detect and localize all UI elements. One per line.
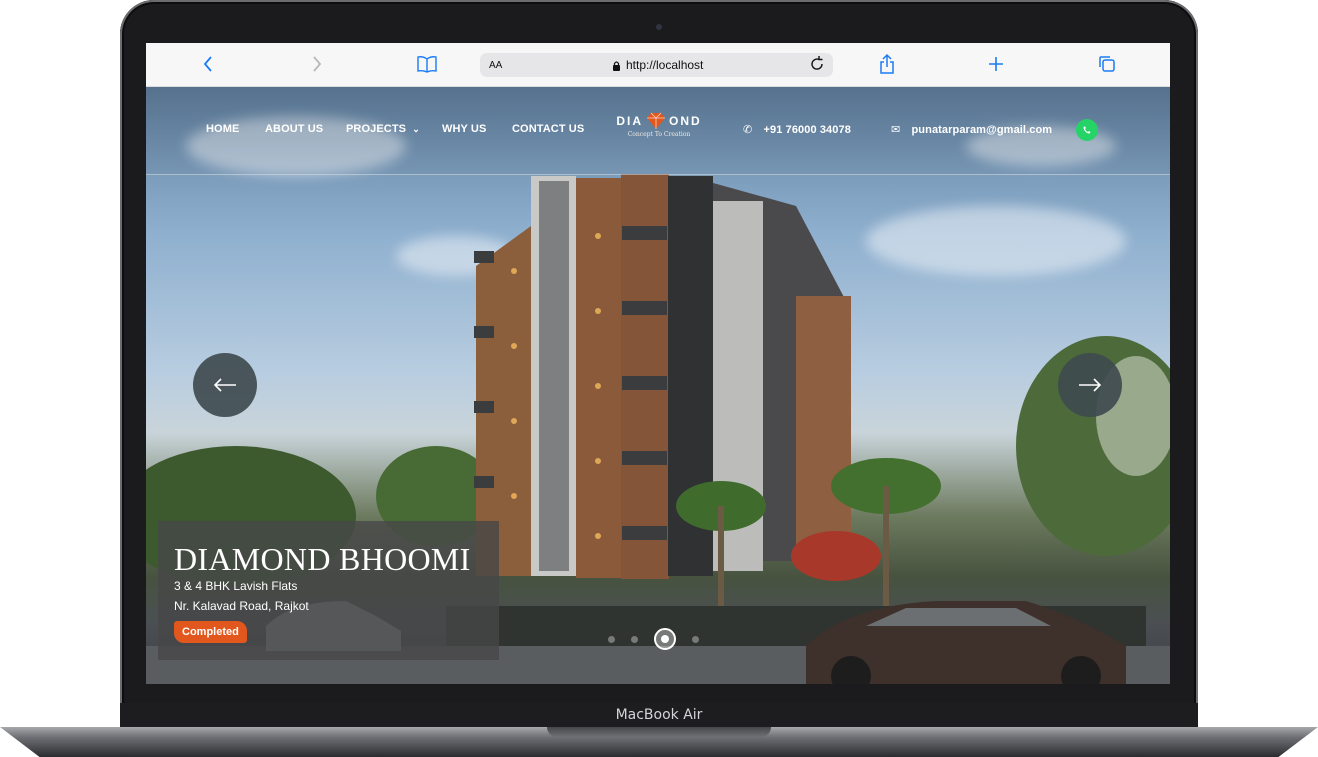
- chevron-down-icon: ⌄: [412, 124, 420, 134]
- camera: [656, 24, 662, 30]
- share-icon: [880, 53, 894, 74]
- share-button[interactable]: [878, 53, 896, 75]
- phone-link[interactable]: ✆ +91 76000 34078: [743, 123, 851, 136]
- nav-home[interactable]: HOME: [206, 123, 239, 135]
- tabs-overview-button[interactable]: [1098, 53, 1116, 75]
- slide-pagination: [608, 628, 699, 650]
- chevron-left-icon: [203, 56, 212, 72]
- slide-dot[interactable]: [631, 635, 638, 643]
- next-slide-button[interactable]: [1058, 353, 1122, 417]
- email-link[interactable]: ✉ punatarparam@gmail.com: [891, 123, 1052, 136]
- book-icon: [417, 56, 437, 73]
- bookmarks-button[interactable]: [416, 53, 438, 75]
- phone-icon: ✆: [743, 124, 753, 136]
- diamond-heart-icon: [647, 112, 665, 129]
- plus-icon: [989, 57, 1003, 71]
- logo-word-right: OND: [669, 114, 702, 128]
- address-bar[interactable]: AA http://localhost: [480, 53, 833, 77]
- slide-subtitle: 3 & 4 BHK Lavish Flats: [174, 579, 298, 593]
- forward-button[interactable]: [311, 53, 323, 75]
- nav-about-us[interactable]: ABOUT US: [265, 123, 323, 135]
- status-badge: Completed: [174, 621, 247, 643]
- slide-title: DIAMOND BHOOMI: [174, 541, 471, 577]
- browser-toolbar: AA http://localhost: [146, 43, 1170, 87]
- lock-icon: [613, 60, 620, 71]
- chevron-right-icon: [313, 56, 322, 72]
- screen: HOME ABOUT US PROJECTS ⌄ WHY US CONTACT …: [146, 43, 1170, 684]
- text-size-button[interactable]: AA: [489, 60, 502, 71]
- phone-number: +91 76000 34078: [763, 124, 851, 136]
- slide-location: Nr. Kalavad Road, Rajkot: [174, 599, 309, 613]
- email-address: punatarparam@gmail.com: [911, 124, 1053, 136]
- slide-dot-active[interactable]: [654, 628, 676, 650]
- laptop-notch: [547, 727, 771, 737]
- new-tab-button[interactable]: [987, 53, 1005, 75]
- nav-contact-us[interactable]: CONTACT US: [512, 123, 584, 135]
- mail-icon: ✉: [891, 124, 901, 136]
- prev-slide-button[interactable]: [193, 353, 257, 417]
- reload-icon[interactable]: [809, 55, 825, 76]
- arrow-right-icon: [1079, 378, 1102, 392]
- slide-caption: DIAMOND BHOOMI 3 & 4 BHK Lavish Flats Nr…: [158, 521, 499, 660]
- slide-dot[interactable]: [608, 635, 615, 643]
- logo-word-left: DIA: [616, 114, 643, 128]
- device-label: MacBook Air: [615, 707, 703, 723]
- whatsapp-icon[interactable]: [1076, 119, 1098, 141]
- tabs-icon: [1099, 56, 1115, 72]
- arrow-left-icon: [213, 378, 236, 392]
- url-display: http://localhost: [612, 58, 703, 72]
- site-logo[interactable]: DIA OND Concept To Creation: [604, 112, 714, 152]
- url-text: http://localhost: [626, 58, 704, 72]
- nav-projects[interactable]: PROJECTS ⌄: [346, 123, 420, 135]
- nav-why-us[interactable]: WHY US: [442, 123, 486, 135]
- site-header: HOME ABOUT US PROJECTS ⌄ WHY US CONTACT …: [146, 86, 1170, 175]
- logo-tagline: Concept To Creation: [627, 131, 691, 138]
- back-button[interactable]: [202, 53, 214, 75]
- nav-projects-label: PROJECTS: [346, 123, 407, 135]
- slide-dot[interactable]: [692, 635, 699, 643]
